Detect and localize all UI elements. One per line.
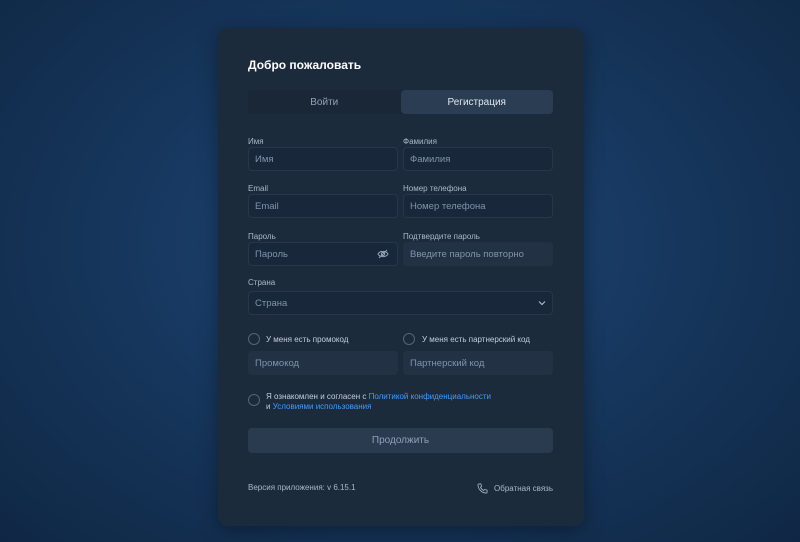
first-name-label: Имя [248,137,264,146]
feedback-link[interactable]: Обратная связь [477,483,553,494]
auth-tabs: Войти Регистрация [248,90,553,114]
country-select-value: Страна [255,297,288,309]
promo-checkbox-label: У меня есть промокод [266,335,349,344]
password-input[interactable] [248,242,398,266]
card-title: Добро пожаловать [248,58,362,72]
continue-button[interactable]: Продолжить [248,428,553,453]
registration-card: Добро пожаловать Войти Регистрация Имя Ф… [218,28,584,526]
phone-icon [477,483,488,494]
email-label: Email [248,184,269,193]
confirm-password-input[interactable] [403,242,553,266]
country-label: Страна [248,278,276,287]
consent-text: Я ознакомлен и согласен с Политикой конф… [266,392,526,412]
terms-of-use-link[interactable]: Условиями использования [273,402,372,411]
partner-input[interactable] [403,351,553,375]
last-name-label: Фамилия [403,137,437,146]
tab-register[interactable]: Регистрация [400,90,553,114]
phone-input[interactable] [403,194,553,218]
promo-checkbox[interactable] [248,333,260,345]
tab-login[interactable]: Войти [248,90,401,114]
privacy-policy-link[interactable]: Политикой конфиденциальности [369,392,491,401]
partner-checkbox-label: У меня есть партнерский код [422,335,530,344]
eye-off-icon[interactable] [377,249,389,259]
country-select[interactable]: Страна [248,291,553,315]
phone-label: Номер телефона [403,184,467,193]
first-name-input[interactable] [248,147,398,171]
promo-input[interactable] [248,351,398,375]
app-version: Версия приложения: v 6.15.1 [248,483,356,492]
feedback-label: Обратная связь [494,484,553,493]
email-input[interactable] [248,194,398,218]
chevron-down-icon [538,301,546,306]
consent-and: и [266,402,273,411]
consent-checkbox[interactable] [248,394,260,406]
password-label: Пароль [248,232,276,241]
consent-prefix: Я ознакомлен и согласен с [266,392,369,401]
partner-checkbox[interactable] [403,333,415,345]
confirm-password-label: Подтвердите пароль [403,232,480,241]
last-name-input[interactable] [403,147,553,171]
